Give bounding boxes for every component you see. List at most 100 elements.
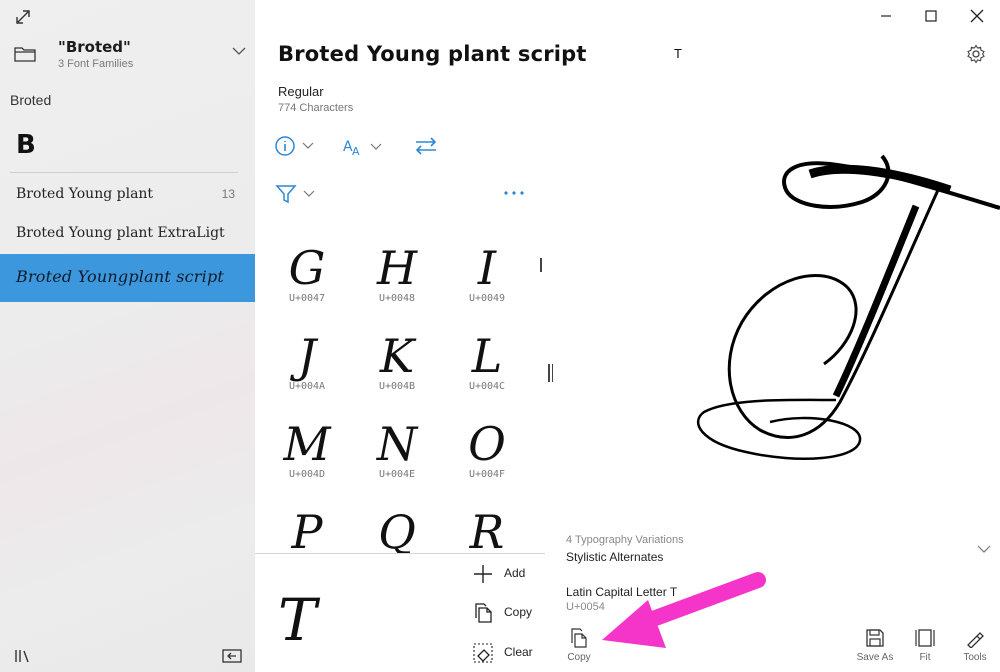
character-name: Latin Capital Letter T [566, 585, 678, 599]
divider [10, 172, 238, 173]
glyph-preview: K [379, 329, 415, 383]
library-icon[interactable] [14, 648, 32, 664]
variations-name: Stylistic Alternates [566, 550, 664, 564]
font-name: Broted Young plant [16, 186, 154, 202]
glyph-code: U+0048 [378, 293, 416, 304]
character-code: U+0054 [566, 601, 605, 613]
glyph-preview: G [288, 241, 326, 295]
glyph-preview: P [291, 505, 323, 554]
chevron-down-icon[interactable] [977, 544, 991, 554]
glyph-code: U+004D [288, 469, 326, 480]
sidebar: "Broted" 3 Font Families Broted B Broted… [0, 0, 255, 672]
gear-icon[interactable] [966, 44, 986, 64]
eraser-icon [473, 643, 493, 663]
glyph-code: U+004B [378, 381, 416, 392]
glyph-preview: J [297, 329, 317, 383]
tools-button[interactable]: Tools [950, 626, 1000, 670]
fit-icon [915, 629, 935, 647]
scrollbar-tick[interactable] [540, 258, 542, 272]
copy-button[interactable]: Copy [470, 600, 550, 624]
minimize-icon[interactable] [876, 6, 896, 26]
large-glyph-preview [696, 154, 1000, 460]
save-as-label: Save As [856, 652, 894, 663]
folder-icon [14, 47, 36, 62]
font-count: 13 [221, 187, 235, 201]
filter-icon[interactable] [275, 183, 317, 205]
glyph-cell[interactable]: G U+0047 [262, 238, 352, 326]
add-button[interactable]: Add [470, 561, 550, 585]
copy-icon [571, 628, 587, 648]
font-name: Broted Youngplant script [16, 267, 225, 286]
clear-label: Clear [504, 645, 533, 659]
scrollbar-thumb-edge [552, 364, 553, 382]
close-icon[interactable] [967, 6, 987, 26]
font-list-item-selected[interactable]: Broted Youngplant script [0, 254, 255, 302]
glyph-cell[interactable]: N U+004E [352, 414, 442, 502]
character-count: 774 Characters [278, 102, 354, 114]
copy-icon [475, 603, 492, 623]
glyph-cell[interactable]: M U+004D [262, 414, 352, 502]
glyph-preview: N [376, 417, 418, 471]
glyph-cell[interactable]: L U+004C [442, 326, 532, 414]
glyph-code: U+004A [288, 381, 326, 392]
family-title: "Broted" [58, 38, 131, 56]
clear-button[interactable]: Clear [470, 640, 550, 664]
glyph-code: U+0049 [468, 293, 506, 304]
divider [255, 553, 545, 554]
character-title: T [674, 46, 682, 61]
glyph-code: U+004C [468, 381, 506, 392]
tools-icon [967, 632, 984, 648]
glyph-preview: H [376, 241, 418, 295]
save-icon [866, 629, 884, 647]
svg-text:A: A [352, 145, 360, 158]
swap-arrows-icon[interactable] [414, 136, 438, 156]
font-title: Broted Young plant script [278, 42, 587, 66]
glyph-code: U+004E [378, 469, 416, 480]
font-name: Broted Young plant ExtraLigt [16, 225, 225, 241]
letter-group-header: B [16, 130, 36, 160]
glyph-preview: O [468, 417, 506, 471]
add-label: Add [504, 566, 526, 580]
glyph-code: U+0047 [288, 293, 326, 304]
chevron-down-icon[interactable] [232, 46, 246, 56]
info-icon[interactable] [275, 135, 315, 157]
glyph-cell[interactable]: R [442, 502, 532, 554]
tools-label: Tools [963, 652, 987, 663]
glyph-preview: Q [378, 505, 416, 554]
glyph-code: U+004F [468, 469, 506, 480]
save-as-button[interactable]: Save As [850, 626, 900, 670]
font-list-item[interactable]: Broted Young plant 13 [0, 176, 255, 214]
glyph-preview: M [283, 417, 331, 471]
scrollbar-thumb[interactable] [548, 364, 550, 382]
glyph-cell[interactable]: J U+004A [262, 326, 352, 414]
font-list-item[interactable]: Broted Young plant ExtraLigt [0, 215, 255, 253]
maximize-icon[interactable] [921, 6, 941, 26]
glyph-grid: G U+0047 H U+0048 I U+0049 J U+004A K U+004B … [262, 238, 532, 554]
copy-label: Copy [567, 652, 591, 663]
font-family-selector[interactable]: "Broted" 3 Font Families [10, 36, 250, 76]
glyph-cell[interactable]: H U+0048 [352, 238, 442, 326]
font-style: Regular [278, 84, 324, 99]
copy-button[interactable]: Copy [554, 626, 604, 670]
glyph-cell[interactable]: O U+004F [442, 414, 532, 502]
annotation-arrow [602, 572, 766, 648]
glyph-cell[interactable]: K U+004B [352, 326, 442, 414]
family-subtitle: 3 Font Families [58, 58, 134, 70]
plus-icon [474, 565, 492, 583]
copy-label: Copy [504, 605, 533, 619]
more-options-icon[interactable] [503, 188, 525, 198]
collapse-panel-icon[interactable] [222, 648, 242, 664]
variations-count: 4 Typography Variations [566, 534, 684, 546]
fit-label: Fit [919, 652, 931, 663]
glyph-preview: L [471, 329, 503, 383]
font-size-icon[interactable]: A A [342, 136, 384, 158]
glyph-cell[interactable]: Q [352, 502, 442, 554]
selected-glyph-preview: T [278, 586, 317, 654]
fit-button[interactable]: Fit [900, 626, 950, 670]
glyph-preview: I [477, 241, 497, 295]
glyph-cell[interactable]: P [262, 502, 352, 554]
collection-label: Broted [10, 92, 52, 108]
expand-icon[interactable] [14, 8, 32, 26]
glyph-cell[interactable]: I U+0049 [442, 238, 532, 326]
glyph-preview: R [469, 505, 505, 554]
